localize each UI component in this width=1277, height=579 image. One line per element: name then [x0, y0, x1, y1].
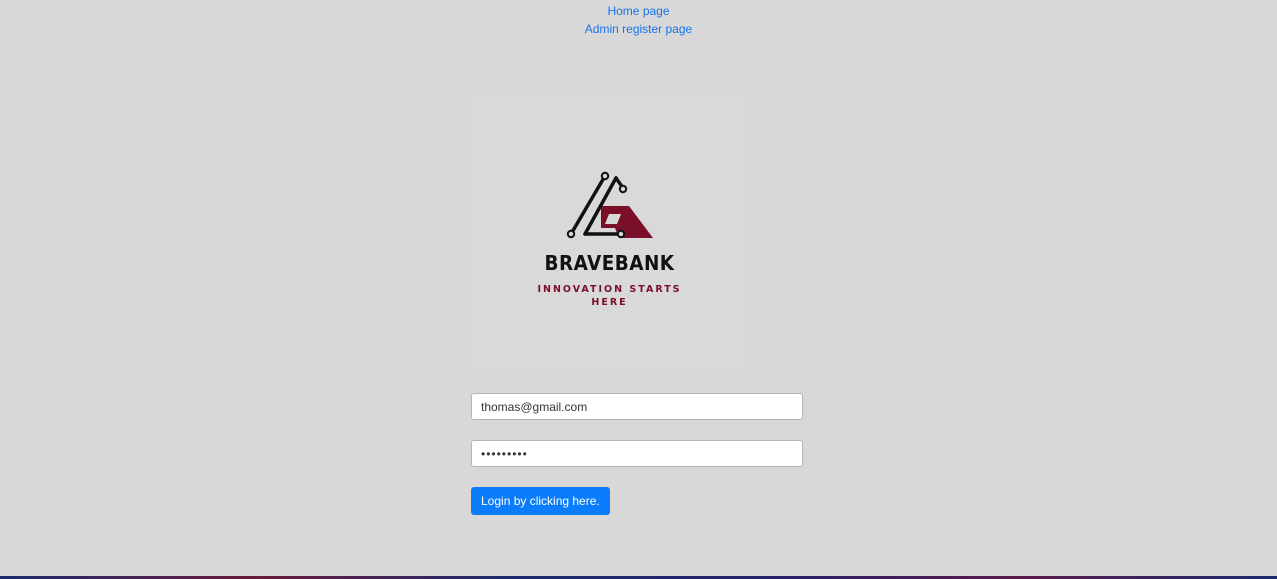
home-page-link[interactable]: Home page [0, 2, 1277, 20]
bravebank-logo-icon [566, 171, 653, 239]
top-nav: Home page Admin register page [0, 2, 1277, 38]
admin-register-link[interactable]: Admin register page [0, 20, 1277, 38]
password-field[interactable] [471, 440, 803, 467]
brand-name: BRAVEBANK [544, 251, 675, 275]
brand-tagline: INNOVATION STARTS HERE [537, 284, 682, 308]
email-field[interactable] [471, 393, 803, 420]
brand-logo: BRAVEBANK INNOVATION STARTS HERE [471, 93, 748, 375]
login-button[interactable]: Login by clicking here. [471, 487, 610, 515]
